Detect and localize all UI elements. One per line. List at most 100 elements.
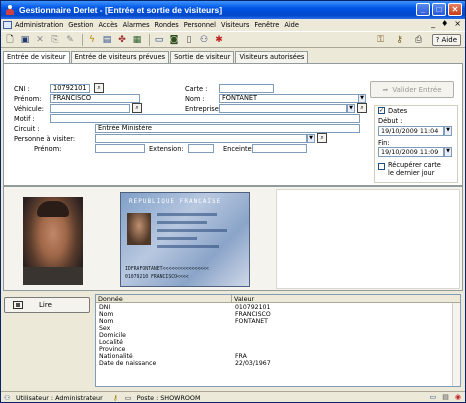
dates-checkbox[interactable]: ✓ [378,107,385,114]
door-icon[interactable]: ▤ [101,34,113,46]
copy-icon[interactable]: ⎘ [49,34,61,46]
nom-field[interactable]: FONTANET [219,94,359,103]
save-icon[interactable]: ▣ [19,34,31,46]
column-header-valeur[interactable]: Valeur [232,295,460,303]
carte-field[interactable] [219,84,274,93]
recuperer-checkbox[interactable] [378,163,385,170]
search-icon: ⌕ [135,104,139,111]
menu-visiteurs[interactable]: Visiteurs [221,21,249,29]
monitor-icon[interactable]: ▭ [430,393,437,401]
enceinte-label: Enceinte [223,145,252,153]
table-row[interactable]: Domicile [96,332,460,339]
lightning-icon[interactable]: ϟ [86,34,98,46]
cni-search-button[interactable]: ⌕ [94,83,104,93]
delete-icon[interactable]: ✕ [34,34,46,46]
personne-search-button[interactable]: ⌕ [317,133,327,143]
menu-acces[interactable]: Accès [98,21,117,29]
tab-sortie-visiteur[interactable]: Sortie de visiteur [170,51,235,63]
scanner-icon [13,301,23,309]
tab-visiteurs-autorisees[interactable]: Visiteurs autorisées [235,51,309,63]
tab-entree-visiteurs-prevues[interactable]: Entrée de visiteurs prévues [70,51,170,63]
table-row[interactable]: Localité [96,339,460,346]
cni-field[interactable]: 10792101 [50,84,90,93]
print-icon[interactable]: ⎙ [413,34,425,46]
monitor-icon[interactable]: ▭ [153,34,165,46]
new-icon[interactable]: 🗋 [4,34,16,46]
minimize-button[interactable]: _ [416,3,430,16]
valider-entree-button[interactable]: ➡ Valider Entrée [370,81,454,98]
help-button[interactable]: ? Aide [431,34,461,46]
personne-dropdown[interactable]: ▼ [307,134,315,143]
window-controls: _ □ ✕ [416,3,462,16]
lock-icon[interactable]: ⚿ [375,34,387,46]
menu-aide[interactable]: Aide [284,21,299,29]
menu-gestion[interactable]: Gestion [68,21,93,29]
database-icon[interactable]: ▤ [442,393,449,401]
lire-button[interactable]: Lire [4,297,90,313]
mdi-minimize-button[interactable]: _ [431,19,435,28]
visitor-photo [23,197,83,285]
users-icon[interactable]: ⚇ [198,34,210,46]
table-row[interactable]: Nom FRANCISCO [96,311,460,318]
help-label: Aide [441,36,457,44]
table-row[interactable]: Date de naissance 22/03/1967 [96,360,460,367]
network-icon[interactable]: ✤ [116,34,128,46]
table-row[interactable]: Nom FONTANET [96,318,460,325]
secondary-image-panel [276,189,460,289]
table-row[interactable]: Province [96,346,460,353]
toolbar-right: ⚿ ⚷ ⎙ ? Aide [375,34,461,46]
circuit-select[interactable]: Entrée Ministère [95,124,360,133]
toolbar-separator [149,33,150,46]
fin-label: Fin: [378,139,390,147]
table-row[interactable]: Sex [96,325,460,332]
cards-icon[interactable]: ▦ [131,34,143,46]
menu-personnel[interactable]: Personnel [184,21,216,29]
nom-dropdown[interactable]: ▼ [358,94,366,103]
menu-rondes[interactable]: Rondes [155,21,179,29]
camera-icon[interactable]: ◙ [168,34,180,46]
debut-datetime-field[interactable]: 19/10/2009 11:04 [378,126,444,136]
fin-dropdown[interactable]: ▼ [444,147,452,157]
menu-fenetre[interactable]: Fenêtre [254,21,279,29]
table-row[interactable]: DNI 010792101 [96,304,460,311]
column-header-donnee[interactable]: Donnée [96,295,232,303]
prenom-visite-label: Prénom: [34,145,62,153]
document-data-table: Donnée Valeur DNI 010792101 Nom FRANCISCO … [95,294,461,387]
menu-alarmes[interactable]: Alarmes [123,21,150,29]
prenom-label: Prénom: [14,95,42,103]
nom-label: Nom : [185,95,205,103]
search-icon: ⌕ [97,84,101,91]
entreprise-field[interactable] [219,104,347,113]
maximize-button[interactable]: □ [432,3,446,16]
document-icon[interactable] [3,21,12,29]
alert-icon[interactable]: ◉ [455,393,461,401]
vehicule-search-button[interactable]: ⌕ [132,103,142,113]
id-card-icon[interactable]: ▯ [183,34,195,46]
vehicule-field[interactable] [50,104,130,113]
circuit-label: Circuit : [14,125,40,133]
entreprise-label: Entreprise: [185,105,221,113]
status-bar: ⚇ Utilisateur : Administrateur ⚷ ▭ Poste… [1,391,465,402]
extension-label: Extension: [149,145,184,153]
status-tray: ▭ ▤ ◉ [430,393,461,401]
entreprise-search-button[interactable]: ⌕ [357,103,367,113]
mdi-close-button[interactable]: × [454,19,461,28]
close-button[interactable]: ✕ [448,3,462,16]
debut-dropdown[interactable]: ▼ [444,126,452,136]
table-scrollbar[interactable] [452,303,460,386]
carte-label: Carte : [185,85,208,93]
prenom-field[interactable]: FRANCISCO [50,94,140,103]
title-bar[interactable]: Gestionnaire Derlet - [Entrée et sortie … [1,1,465,19]
motif-field[interactable] [50,114,360,123]
mdi-restore-button[interactable]: ♦ [441,19,448,28]
entreprise-dropdown[interactable]: ▼ [347,104,355,113]
mdi-controls: _ ♦ × [431,19,461,28]
keys-icon[interactable]: ⚷ [394,34,406,46]
edit-icon[interactable]: ✎ [64,34,76,46]
fin-datetime-field[interactable]: 19/10/2009 11:09 [378,147,444,157]
personne-field[interactable] [95,134,307,143]
search-icon: ⌕ [320,134,324,141]
table-row[interactable]: Nationalité FRA [96,353,460,360]
menu-administration[interactable]: Administration [15,21,63,29]
alarm-icon[interactable]: ✱ [213,34,225,46]
